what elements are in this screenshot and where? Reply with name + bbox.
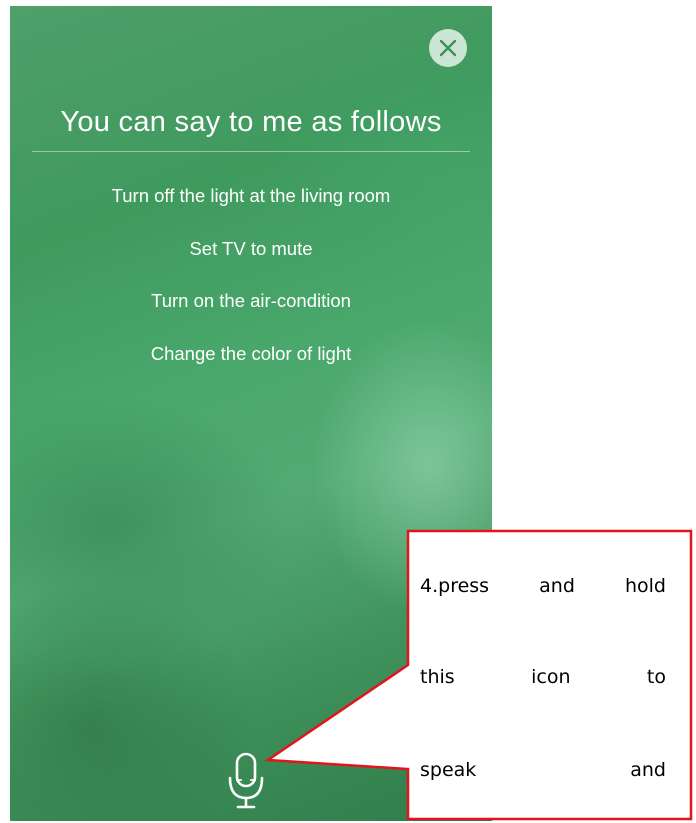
suggestion-item: Turn off the light at the living room [111, 185, 391, 206]
close-icon [439, 39, 457, 57]
suggestion-item: Set TV to mute [189, 237, 313, 259]
close-button[interactable] [429, 29, 467, 67]
annotation-line: speak and [420, 759, 666, 781]
microphone-button[interactable] [226, 752, 266, 816]
suggestion-list: Turn off the light at the living room Se… [10, 181, 492, 391]
annotation-text: 4.press and hold this icon to speak and [420, 532, 666, 818]
page-title: You can say to me as follows [60, 106, 442, 138]
annotation-line: 4.press and hold [420, 575, 666, 597]
suggestion-item: Turn on the air-condition [151, 290, 351, 311]
divider [32, 151, 470, 152]
annotation-line: this icon to [420, 666, 666, 688]
microphone-icon [228, 752, 264, 809]
suggestion-item: Change the color of light [150, 342, 352, 364]
